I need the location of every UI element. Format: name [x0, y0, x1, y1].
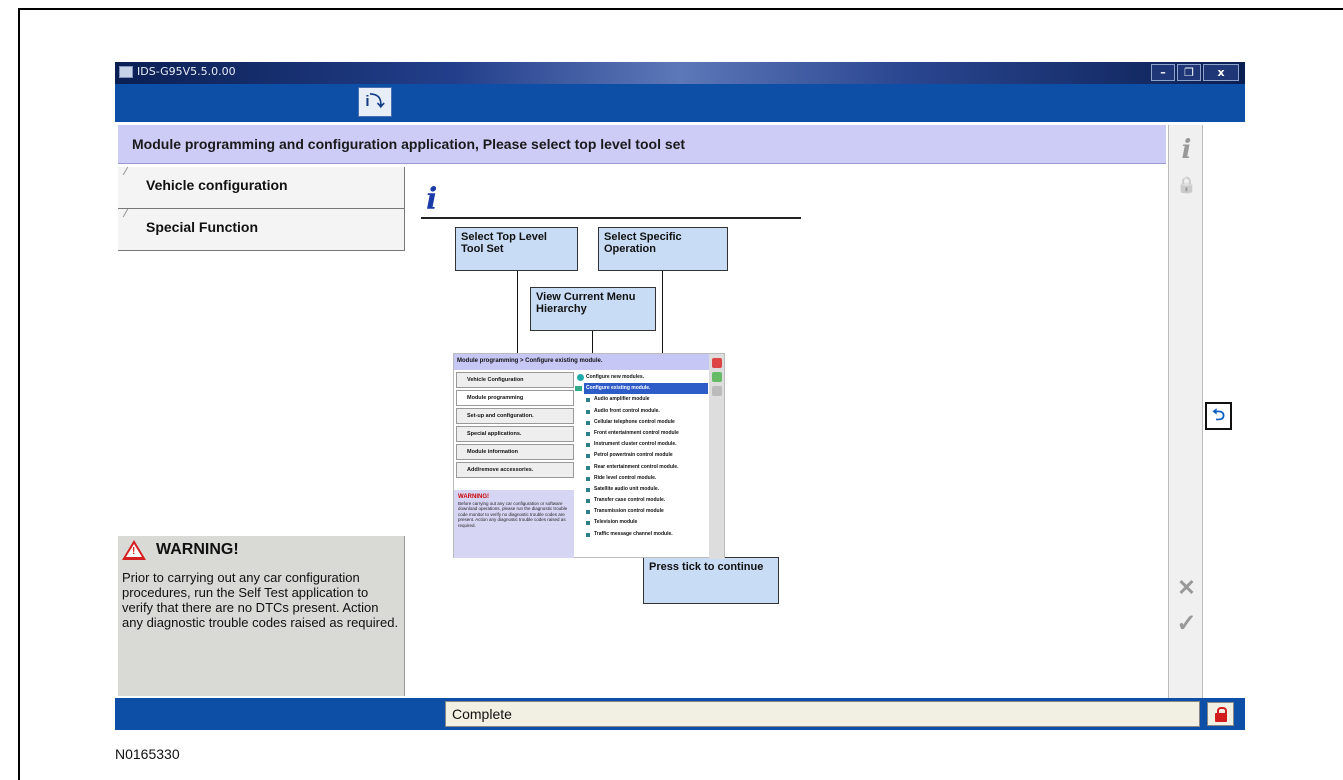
warning-panel: ! WARNING! Prior to carrying out any car…	[118, 536, 405, 696]
list-item: Cellular telephone control module	[576, 417, 708, 428]
cancel-icon[interactable]: ✕	[1169, 575, 1204, 601]
close-button[interactable]: x	[1203, 64, 1239, 81]
inner-nav-item: Vehicle Configuration	[456, 372, 574, 388]
inner-toolbar	[709, 354, 724, 559]
page-header: Module programming and configuration app…	[118, 125, 1166, 164]
tab-notch	[115, 167, 129, 175]
callout-select-specific: Select Specific Operation	[598, 227, 728, 271]
inner-module-list: Configure new modules. Configure existin…	[575, 372, 708, 540]
window-controls: – ❐ x	[1151, 64, 1239, 81]
info-divider	[421, 217, 801, 219]
callout-press-tick: Press tick to continue	[643, 557, 779, 604]
list-item: Configure existing module.	[575, 383, 708, 395]
callout-select-top-level: Select Top Level Tool Set	[455, 227, 578, 271]
inner-nav-item: Add/remove accessories.	[456, 462, 574, 478]
lock-icon[interactable]: 🔒	[1169, 175, 1204, 195]
inner-tree-icon	[711, 372, 722, 382]
inner-header: Module programming > Configure existing …	[454, 354, 710, 370]
example-screenshot: Module programming > Configure existing …	[453, 353, 725, 559]
tick-icon[interactable]: ✓	[1169, 609, 1204, 638]
warning-icon: !	[122, 540, 146, 560]
title-bar: IDS-G95V5.5.0.00 – ❐ x	[115, 62, 1245, 84]
list-item: Traffic message channel module.	[576, 529, 708, 540]
info-icon[interactable]: i	[1169, 135, 1204, 165]
list-item: Instrument cluster control module.	[576, 439, 708, 450]
list-item: Configure new modules.	[576, 372, 708, 383]
inner-nav-item: Special applications.	[456, 426, 574, 442]
right-toolbar: i 🔒 ✕ ✓	[1168, 125, 1203, 700]
inner-nav-item: Set-up and configuration.	[456, 408, 574, 424]
inner-tick-icon	[711, 386, 722, 396]
list-item: Front entertainment control module	[576, 428, 708, 439]
tab-notch	[115, 209, 129, 217]
list-item: Audio front control module.	[576, 406, 708, 417]
inner-warning-text: Before carrying out any car configuratio…	[458, 500, 568, 528]
inner-nav-item: Module information	[456, 444, 574, 460]
main-content: Module programming and configuration app…	[115, 122, 1241, 700]
list-item: Audio amplifier module	[576, 394, 708, 405]
toolbar: i⤵	[115, 84, 1245, 122]
status-text: Complete	[445, 701, 1200, 727]
callout-view-hierarchy: View Current Menu Hierarchy	[530, 287, 656, 331]
list-item: Transfer case control module.	[576, 495, 708, 506]
list-item: Satellite audio unit module.	[576, 484, 708, 495]
maximize-button[interactable]: ❐	[1177, 64, 1201, 81]
nav-item-vehicle-configuration[interactable]: Vehicle configuration	[115, 167, 405, 209]
list-item: Ride level control module.	[576, 473, 708, 484]
list-item: Television module	[576, 517, 708, 528]
figure-caption: N0165330	[115, 746, 180, 762]
nav-item-label: Vehicle configuration	[146, 177, 288, 193]
nav-item-special-function[interactable]: Special Function	[115, 209, 405, 251]
back-button[interactable]: ⮌	[1205, 402, 1232, 430]
list-item: Transmission control module	[576, 506, 708, 517]
toolbar-info-button[interactable]: i⤵	[358, 87, 392, 117]
inner-nav-item: Module programming	[456, 390, 574, 406]
list-item: Rear entertainment control module.	[576, 462, 708, 473]
minimize-button[interactable]: –	[1151, 64, 1175, 81]
pointer-line	[517, 271, 518, 359]
info-icon: i	[426, 182, 438, 217]
list-item: Petrol powertrain control module	[576, 450, 708, 461]
app-icon	[119, 66, 133, 78]
info-arrow-icon: i⤵	[365, 93, 385, 110]
warning-text: Prior to carrying out any car configurat…	[122, 570, 399, 630]
warning-heading: ! WARNING!	[122, 540, 239, 560]
status-lock-icon[interactable]	[1207, 702, 1234, 726]
app-window: IDS-G95V5.5.0.00 – ❐ x i⤵ Module program…	[115, 62, 1245, 730]
inner-exit-icon	[711, 358, 722, 368]
inner-warning-title: WARNING!	[458, 494, 489, 500]
window-title: IDS-G95V5.5.0.00	[137, 65, 236, 78]
warning-title: WARNING!	[156, 541, 239, 558]
page-title: Module programming and configuration app…	[132, 136, 686, 152]
left-nav: Vehicle configuration Special Function	[115, 167, 405, 253]
inner-nav: Vehicle Configuration Module programming…	[456, 372, 574, 480]
nav-item-label: Special Function	[146, 219, 259, 235]
status-bar: Complete	[115, 698, 1245, 730]
inner-warning: WARNING! Before carrying out any car con…	[454, 490, 574, 558]
